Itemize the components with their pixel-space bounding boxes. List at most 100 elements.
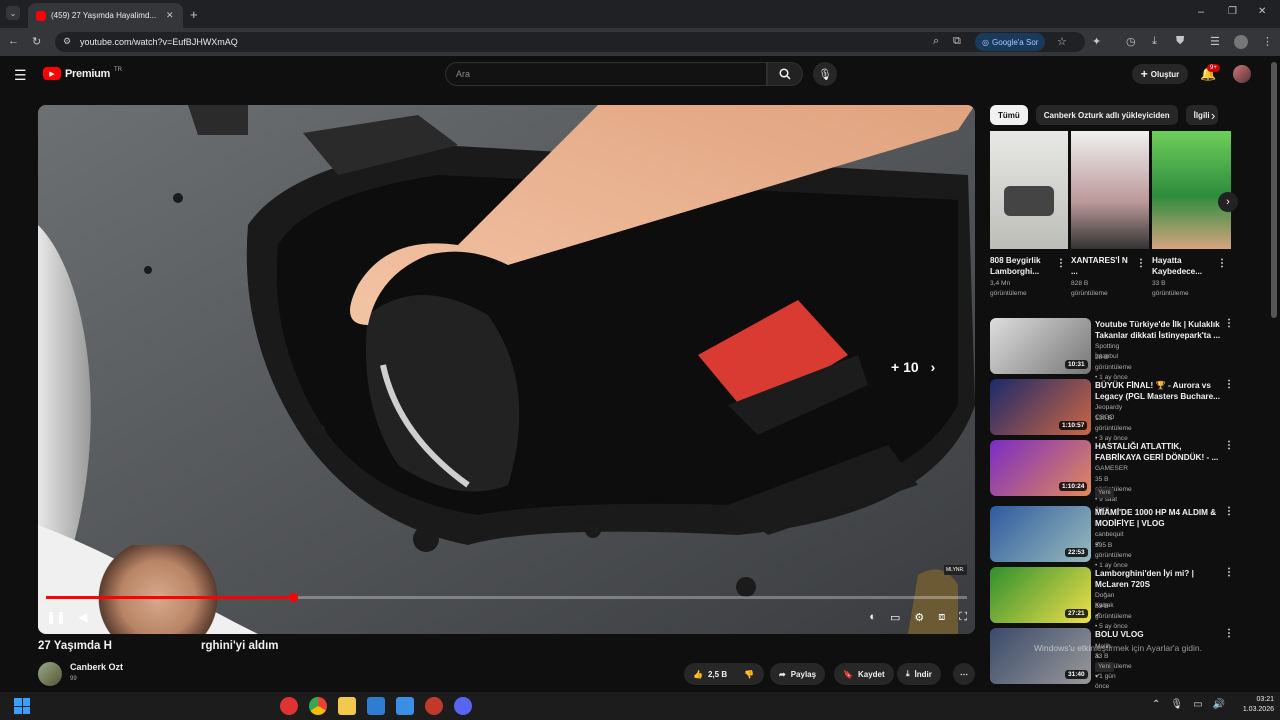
more-vert-icon[interactable]: ⋮ [1224,628,1234,639]
bookmark-star-icon[interactable]: ☆ [1057,35,1067,48]
site-info-icon[interactable]: ⚙ [63,36,71,47]
short-info[interactable]: 808 Beygirlik Lamborghi... 3,4 Mn görünt… [990,255,1058,299]
chip-uploader[interactable]: Canberk Ozturk adlı yükleyiciden [1035,105,1178,125]
clock[interactable]: 03:21 1.03.2026 [1234,695,1274,715]
discord-icon[interactable] [454,697,472,715]
shield-icon[interactable]: ⛊ [1176,35,1184,48]
short-info[interactable]: Hayatta Kaybedece... 33 B görüntüleme [1152,255,1214,299]
window-close-icon[interactable]: ✕ [1258,6,1266,17]
maximize-icon[interactable]: ❐ [1228,6,1237,17]
duration-badge: 10:31 [1065,360,1088,369]
short-thumbnail[interactable] [1152,131,1231,249]
google-ask-button[interactable]: ◎ Google'a Sor [975,33,1046,51]
youtube-logo[interactable]: ▶ Premium TR [43,67,122,80]
reading-list-icon[interactable]: ☰ [1210,35,1220,48]
more-vert-icon[interactable]: ⋮ [1224,379,1234,390]
reload-icon[interactable]: ↻ [32,35,41,48]
subscriber-count: 99 [70,676,77,682]
minimize-icon[interactable]: – [1198,6,1204,18]
related-title: HASTALIĞI ATLATTIK, FABRİKAYA GERİ DÖNDÜ… [1095,442,1219,462]
downloads-icon[interactable]: ⤓ [1152,35,1157,48]
hamburger-menu-icon[interactable]: ☰ [14,67,27,84]
store-icon[interactable] [367,697,385,715]
history-icon[interactable]: ◷ [1126,35,1136,48]
logo-text: Premium [65,67,110,80]
browser-tab[interactable]: (459) 27 Yaşımda Hayalimd... ✕ [28,3,183,28]
like-count: 2,5 B [707,669,728,679]
close-tab-icon[interactable]: ✕ [166,10,174,21]
extensions-icon[interactable]: ✦ [1092,35,1101,48]
create-button[interactable]: + Oluştur [1132,64,1188,84]
chips-next-icon[interactable]: › [1211,108,1215,123]
like-button[interactable]: 👍 2,5 B [684,663,736,685]
short-info[interactable]: XANTARES'İ N ... 828 B görüntüleme [1071,255,1133,299]
progress-bar[interactable] [46,593,967,602]
channel-name[interactable]: Canberk Ozt [70,662,123,672]
app-icon[interactable] [280,697,298,715]
taskbar-apps [280,697,472,715]
settings-gear-icon[interactable]: ⚙ [914,611,924,624]
volume-icon[interactable]: ◀ [78,610,87,624]
dislike-button[interactable]: 👎 [734,663,764,685]
new-tab-icon[interactable]: + [190,7,198,22]
start-windows-icon[interactable] [14,698,30,714]
more-vert-icon[interactable]: ⋮ [1224,440,1234,451]
zoom-icon[interactable]: ⌕ [933,35,939,48]
duration-badge: 31:40 [1065,670,1088,679]
related-meta: 89 B görüntüleme • 5 ay önce [1095,603,1132,630]
profile-avatar[interactable] [1234,35,1248,49]
channel-avatar[interactable] [38,662,62,686]
fullscreen-icon[interactable]: ⛶ [959,611,967,624]
share-button[interactable]: ➦ Paylaş [770,663,826,685]
microphone-icon: 🎙 [818,68,832,81]
short-title: Hayatta Kaybedece... [1152,256,1203,276]
more-vert-icon[interactable]: ⋮ [1136,258,1146,269]
youtube-play-icon: ▶ [43,67,61,80]
more-vert-icon[interactable]: ⋮ [1056,258,1066,269]
shorts-next-button[interactable]: › [1218,192,1238,212]
search-input[interactable]: Ara [445,62,767,86]
microphone-icon[interactable]: 🎙 [1170,699,1183,710]
save-button[interactable]: 🔖 Kaydet [834,663,894,685]
download-button[interactable]: ⤓ İndir [897,663,941,685]
more-vert-icon[interactable]: ⋮ [1224,506,1234,517]
related-channel: canbequit [1095,531,1124,538]
chevron-up-icon[interactable]: ⌃ [1152,699,1160,710]
short-thumbnail[interactable] [1071,131,1149,249]
subtitles-icon[interactable]: ▭ [890,611,900,624]
app-icon[interactable] [396,697,414,715]
network-icon[interactable]: ▭ [1193,699,1202,710]
video-player[interactable]: + 10 › MLYNR. ❚❚ ◀ ◐ ▭ ⚙ ⧈ ⛶ [38,105,975,634]
chrome-icon[interactable] [309,697,327,715]
voice-search-button[interactable]: 🎙 [813,62,837,86]
app-icon[interactable] [425,697,443,715]
chevron-right-icon: › [1226,196,1230,208]
more-actions-button[interactable]: ⋯ [953,663,975,685]
install-icon[interactable]: ⧉ [953,35,961,48]
tab-search-icon[interactable]: ⌄ [6,6,20,20]
pause-icon[interactable]: ❚❚ [46,610,66,624]
related-title: Youtube Türkiye'de İlk | Kulaklık Takanl… [1095,320,1221,340]
speaker-icon[interactable]: 🔊 [1213,699,1225,710]
back-icon[interactable]: ← [8,35,19,47]
file-explorer-icon[interactable] [338,697,356,715]
progress-fill [46,596,293,599]
tab-title: (459) 27 Yaşımda Hayalimd... [51,11,157,20]
progress-scrubber[interactable] [288,593,298,602]
search-button[interactable] [767,62,803,86]
account-avatar[interactable] [1233,65,1251,83]
browser-tab-bar: ⌄ (459) 27 Yaşımda Hayalimd... ✕ + – ❐ ✕ [0,0,1280,28]
search-placeholder: Ara [456,69,471,79]
autoplay-toggle-icon[interactable]: ◐ [869,611,876,623]
menu-dots-icon[interactable]: ⋮ [1262,35,1273,48]
page-scrollbar[interactable] [1271,62,1277,318]
miniplayer-icon[interactable]: ⧈ [938,611,945,624]
more-vert-icon[interactable]: ⋮ [1224,567,1234,578]
chip-all[interactable]: Tümü [990,105,1028,125]
short-thumbnail[interactable] [990,131,1068,249]
more-vert-icon[interactable]: ⋮ [1224,318,1234,329]
short-title: 808 Beygirlik Lamborghi... [990,256,1041,276]
more-vert-icon[interactable]: ⋮ [1217,258,1227,269]
address-bar[interactable]: ⚙ youtube.com/watch?v=EufBJHWXmAQ ⌕ ⧉ ◎ … [55,32,1085,52]
thumbs-down-icon: 👎 [744,669,754,679]
